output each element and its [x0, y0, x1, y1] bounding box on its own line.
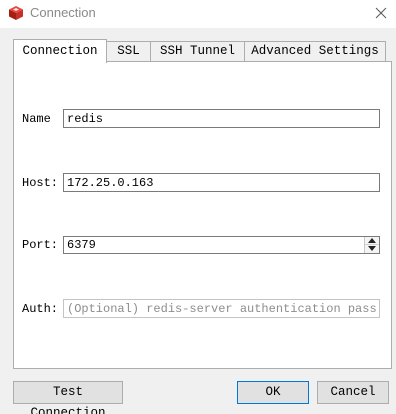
auth-input[interactable]	[63, 299, 380, 318]
redis-cube-icon	[8, 5, 24, 21]
tab-ssh-tunnel[interactable]: SSH Tunnel	[150, 41, 245, 62]
window-title: Connection	[30, 5, 96, 20]
tab-advanced-settings[interactable]: Advanced Settings	[244, 41, 386, 62]
tab-ssl[interactable]: SSL	[106, 41, 151, 62]
port-input[interactable]	[64, 237, 362, 253]
port-decrement-button[interactable]	[365, 245, 379, 253]
arrow-down-icon	[368, 246, 376, 251]
auth-label: Auth:	[22, 302, 59, 316]
connection-panel	[13, 61, 392, 369]
arrow-up-icon	[368, 238, 376, 243]
close-button[interactable]	[366, 0, 396, 28]
host-label: Host:	[22, 176, 59, 190]
port-label: Port:	[22, 238, 59, 252]
title-bar: Connection	[0, 0, 396, 28]
port-stepper	[364, 237, 379, 253]
close-icon	[375, 7, 387, 19]
tab-connection[interactable]: Connection	[13, 39, 107, 63]
name-input[interactable]	[63, 109, 380, 128]
ok-button[interactable]: OK	[237, 381, 309, 404]
cancel-button[interactable]: Cancel	[317, 381, 389, 404]
name-label: Name	[22, 112, 51, 126]
port-increment-button[interactable]	[365, 237, 379, 245]
test-connection-button[interactable]: Test Connection	[13, 381, 123, 414]
host-input[interactable]	[63, 173, 380, 192]
port-spinbox	[63, 236, 380, 254]
